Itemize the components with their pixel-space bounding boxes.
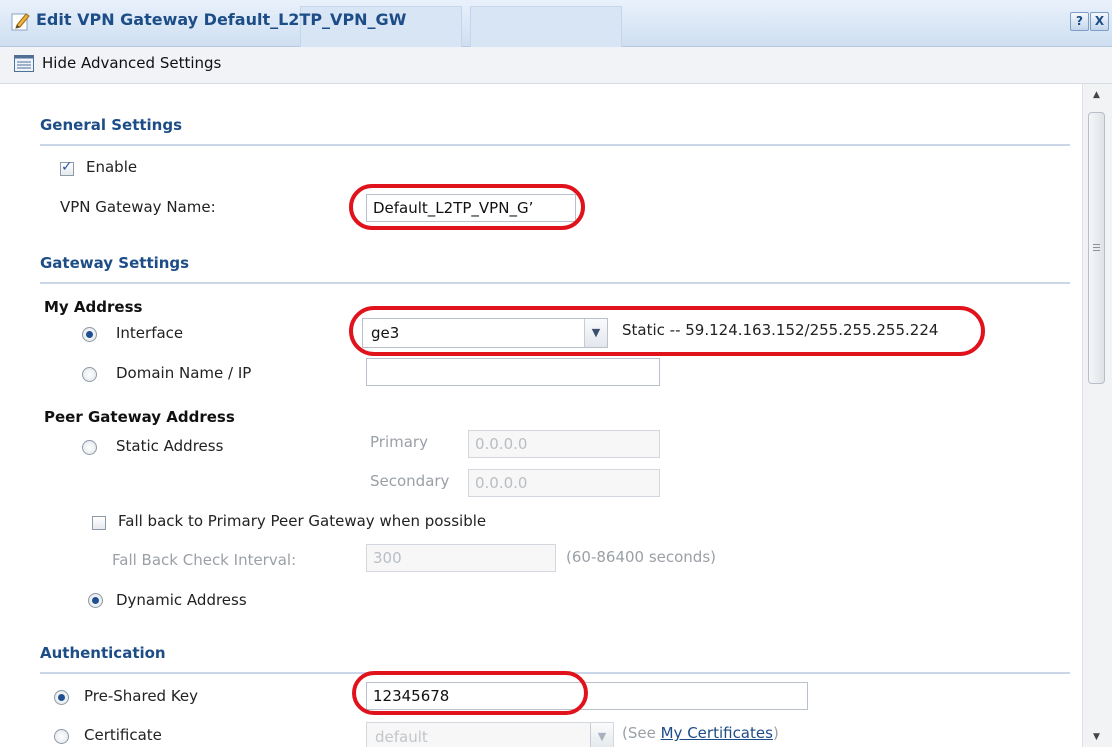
vpn-gateway-name-input[interactable]: Default_L2TP_VPN_Gʼ — [366, 194, 576, 222]
enable-checkbox[interactable] — [60, 159, 74, 176]
chevron-down-icon: ▼ — [584, 319, 607, 347]
secondary-address-input[interactable]: 0.0.0.0 — [468, 469, 660, 497]
pre-shared-key-label: Pre-Shared Key — [84, 687, 199, 705]
close-button[interactable]: X — [1090, 12, 1109, 31]
general-settings-heading: General Settings — [40, 116, 1070, 146]
pre-shared-key-radio[interactable] — [54, 690, 69, 705]
my-certificates-link[interactable]: My Certificates — [661, 724, 773, 742]
primary-label: Primary — [370, 433, 428, 451]
certificate-hint-suffix: ) — [772, 724, 779, 742]
scroll-up-arrow-icon[interactable]: ▲ — [1093, 90, 1100, 100]
background-tab — [470, 6, 622, 47]
window-titlebar: Edit VPN Gateway Default_L2TP_VPN_GW ? X — [0, 0, 1112, 47]
certificate-select-value: default — [375, 728, 428, 746]
peer-gateway-address-label: Peer Gateway Address — [44, 408, 235, 426]
hide-advanced-settings-label: Hide Advanced Settings — [42, 54, 222, 72]
authentication-heading: Authentication — [40, 644, 1070, 674]
domain-name-radio[interactable] — [82, 367, 97, 382]
certificate-label: Certificate — [84, 726, 162, 744]
fallback-checkbox[interactable] — [92, 516, 106, 530]
chevron-down-icon: ▼ — [590, 723, 613, 747]
certificate-select[interactable]: default ▼ — [366, 722, 614, 747]
toolbar: Hide Advanced Settings — [0, 47, 1112, 84]
edit-pencil-icon — [11, 13, 30, 31]
scrollbar-thumb[interactable] — [1088, 112, 1105, 384]
list-icon — [14, 54, 34, 72]
static-address-radio[interactable] — [82, 440, 97, 455]
interface-label: Interface — [116, 324, 184, 342]
certificate-hint-prefix: (See — [622, 724, 661, 742]
static-address-label: Static Address — [116, 437, 224, 455]
primary-address-input[interactable]: 0.0.0.0 — [468, 430, 660, 458]
vpn-gateway-name-label: VPN Gateway Name: — [60, 198, 216, 216]
my-address-label: My Address — [44, 298, 143, 316]
help-button[interactable]: ? — [1070, 12, 1089, 31]
window-title: Edit VPN Gateway Default_L2TP_VPN_GW — [36, 10, 407, 29]
secondary-label: Secondary — [370, 472, 450, 490]
dynamic-address-radio[interactable] — [88, 593, 103, 608]
hide-advanced-settings-button[interactable]: Hide Advanced Settings — [14, 54, 221, 72]
dynamic-address-label: Dynamic Address — [116, 591, 247, 609]
fallback-range-hint: (60-86400 seconds) — [566, 548, 716, 566]
interface-select-value: ge3 — [371, 324, 400, 342]
certificate-hint: (See My Certificates) — [622, 724, 779, 742]
pre-shared-key-input[interactable]: 12345678 — [366, 682, 808, 710]
domain-name-label: Domain Name / IP — [116, 364, 252, 382]
certificate-radio[interactable] — [54, 729, 69, 744]
fallback-label: Fall back to Primary Peer Gateway when p… — [118, 512, 487, 530]
interface-radio[interactable] — [82, 327, 97, 342]
gateway-settings-heading: Gateway Settings — [40, 254, 1070, 284]
interface-select[interactable]: ge3 ▼ — [362, 318, 608, 348]
fallback-interval-label: Fall Back Check Interval: — [112, 551, 297, 569]
fallback-interval-input[interactable]: 300 — [366, 544, 556, 572]
vertical-scrollbar[interactable]: ▲ ▼ — [1082, 84, 1112, 747]
form-content: General Settings Enable VPN Gateway Name… — [0, 84, 1080, 747]
domain-name-input[interactable] — [366, 358, 660, 386]
interface-address-info: Static -- 59.124.163.152/255.255.255.224 — [622, 321, 939, 339]
enable-label: Enable — [86, 158, 138, 176]
scroll-down-arrow-icon[interactable]: ▼ — [1093, 732, 1100, 742]
